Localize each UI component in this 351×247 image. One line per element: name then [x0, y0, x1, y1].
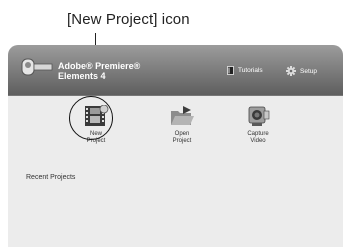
app-title: Adobe® Premiere® Elements 4 — [58, 61, 168, 81]
open-project-label-line2: Project — [172, 138, 192, 144]
open-project-button[interactable]: Open Project — [152, 105, 212, 155]
tutorials-label: Tutorials — [238, 67, 263, 74]
open-folder-icon — [171, 106, 194, 125]
tutorials-link[interactable]: Tutorials — [227, 66, 263, 75]
app-title-line1: Adobe® Premiere® — [58, 61, 141, 71]
camcorder-icon — [248, 106, 270, 126]
open-project-label: Open Project — [152, 131, 212, 145]
open-project-label-line1: Open — [174, 131, 190, 137]
setup-label: Setup — [300, 67, 317, 75]
capture-video-label-line2: Video — [250, 138, 266, 144]
premiere-logo-icon — [21, 58, 53, 76]
capture-video-label: Capture Video — [228, 131, 288, 145]
setup-link[interactable]: Setup — [286, 66, 317, 76]
welcome-screen: Adobe® Premiere® Elements 4 Tutorials Se… — [8, 45, 343, 247]
callout-label: [New Project] icon — [67, 11, 190, 28]
app-title-line2: Elements 4 — [58, 71, 106, 81]
tutorials-icon — [227, 66, 234, 75]
callout-highlight-circle — [69, 96, 113, 140]
welcome-body: New Project Open Project Capture Video R… — [8, 96, 343, 247]
app-header: Adobe® Premiere® Elements 4 Tutorials Se… — [8, 45, 343, 95]
capture-video-label-line1: Capture — [247, 131, 269, 137]
gear-icon — [286, 66, 296, 76]
recent-projects-heading: Recent Projects — [26, 174, 76, 181]
manual-figure: [New Project] icon Adobe® Premiere® Elem… — [0, 0, 351, 247]
capture-video-button[interactable]: Capture Video — [228, 105, 288, 155]
